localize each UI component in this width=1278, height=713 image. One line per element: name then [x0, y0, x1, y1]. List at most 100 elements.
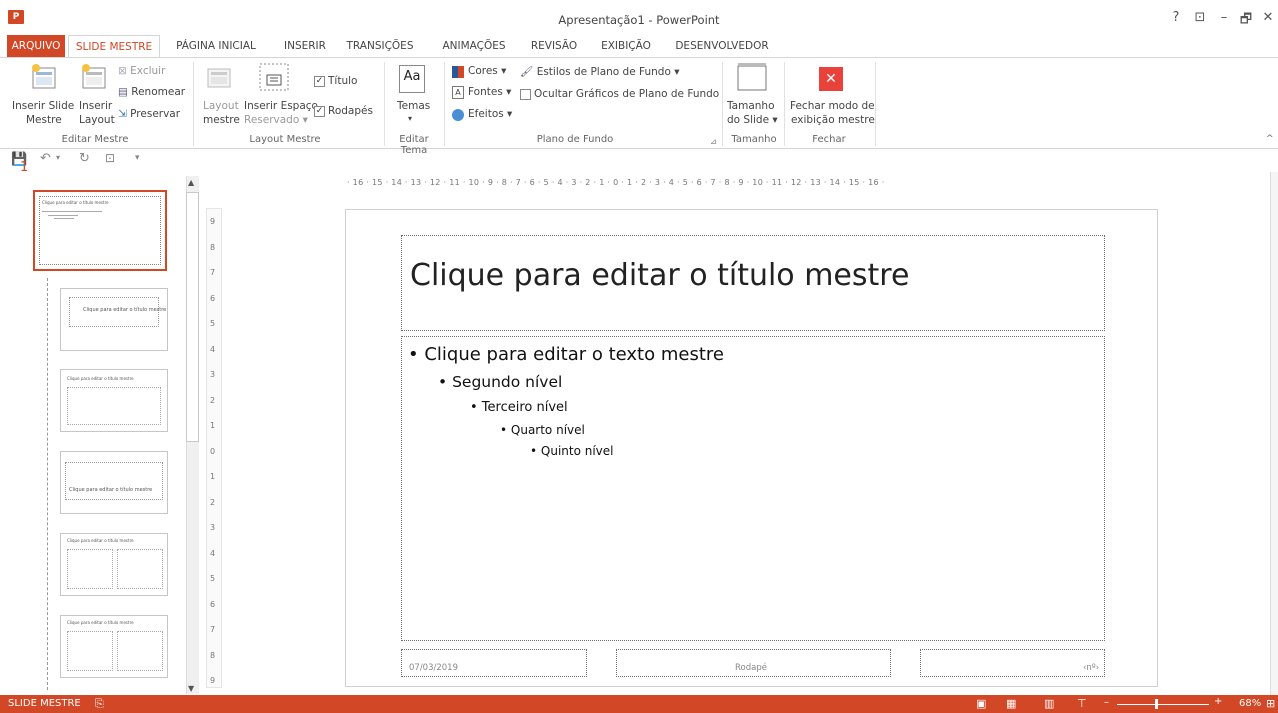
- body-level-2[interactable]: • Segundo nível: [438, 373, 562, 391]
- insert-layout-label-2[interactable]: Layout: [79, 114, 115, 126]
- group-separator: [193, 62, 194, 146]
- help-icon[interactable]: ?: [1166, 10, 1186, 25]
- customize-qat-icon[interactable]: ▾: [135, 153, 140, 163]
- body-level-1[interactable]: • Clique para editar o texto mestre: [408, 344, 724, 365]
- themes-button[interactable]: Temas: [397, 100, 430, 112]
- thumbnail-layout-5[interactable]: Clique para editar o título mestre: [60, 533, 168, 596]
- thumbnail-layout-2[interactable]: Clique para editar o título mestre: [60, 288, 168, 351]
- vertical-ruler-tick-label: 8: [210, 650, 216, 660]
- close-master-view-label-1[interactable]: Fechar modo de: [790, 100, 875, 112]
- fonts-button[interactable]: A Fontes ▾: [452, 86, 511, 99]
- normal-view-icon[interactable]: ▣: [976, 697, 986, 710]
- insert-slide-master-label-2[interactable]: Mestre: [26, 114, 62, 126]
- minimize-button[interactable]: –: [1214, 10, 1234, 25]
- body-level-3[interactable]: • Terceiro nível: [470, 400, 568, 415]
- close-master-view-label-2[interactable]: exibição mestre: [791, 114, 875, 126]
- slide-size-label-2[interactable]: do Slide ▾: [727, 114, 778, 126]
- vertical-ruler-tick-label: 4: [210, 344, 216, 354]
- scroll-down-icon[interactable]: ▼: [188, 684, 194, 693]
- tab-exibicao[interactable]: EXIBIÇÃO: [595, 35, 657, 57]
- ribbon-display-options-icon[interactable]: ⊡: [1190, 10, 1210, 25]
- tab-animacoes[interactable]: ANIMAÇÕES: [434, 35, 514, 57]
- group-label-fechar: Fechar: [812, 134, 846, 145]
- zoom-level[interactable]: 68%: [1239, 698, 1261, 709]
- hide-background-graphics-checkbox[interactable]: Ocultar Gráficos de Plano de Fundo: [520, 88, 719, 100]
- zoom-slider[interactable]: [1117, 704, 1209, 705]
- insert-layout-label-1[interactable]: Inserir: [79, 100, 112, 112]
- vertical-ruler-tick-label: 3: [210, 523, 216, 532]
- fit-to-window-icon[interactable]: ⊞: [1266, 697, 1275, 710]
- title-checkbox[interactable]: ✓ Título: [314, 75, 357, 87]
- slide-sorter-icon[interactable]: ▦: [1006, 697, 1016, 710]
- insert-layout-icon: [82, 64, 106, 89]
- slide-number: 1: [20, 160, 29, 175]
- tab-transicoes[interactable]: TRANSIÇÕES: [340, 35, 420, 57]
- tab-pagina-inicial[interactable]: PÁGINA INICIAL: [166, 35, 266, 57]
- thumbnail-scrollbar-thumb[interactable]: [186, 192, 199, 442]
- editor-scrollbar[interactable]: [1270, 172, 1278, 695]
- themes-dropdown-arrow[interactable]: ▾: [408, 114, 412, 123]
- effects-button[interactable]: Efeitos ▾: [452, 108, 512, 121]
- slideshow-icon[interactable]: ⊤: [1077, 697, 1087, 710]
- vertical-ruler-tick-label: 5: [210, 319, 216, 328]
- rename-button[interactable]: ▤ Renomear: [118, 86, 185, 98]
- thumbnail-layout-3[interactable]: Clique para editar o título mestre: [60, 369, 168, 432]
- zoom-slider-thumb[interactable]: [1155, 699, 1158, 709]
- thumbnail-title: Clique para editar o título mestre: [67, 620, 134, 625]
- date-placeholder[interactable]: 07/03/2019: [401, 649, 587, 677]
- tab-arquivo[interactable]: ARQUIVO: [7, 35, 65, 57]
- undo-dropdown-icon[interactable]: ▾: [56, 153, 60, 162]
- title-placeholder[interactable]: Clique para editar o título mestre: [401, 235, 1105, 331]
- tab-revisao[interactable]: REVISÃO: [525, 35, 583, 57]
- restore-button[interactable]: 🗗: [1236, 10, 1256, 32]
- slide-size-icon: [737, 63, 767, 91]
- colors-button[interactable]: Cores ▾: [452, 65, 506, 78]
- title-bar: P Apresentação1 - PowerPoint ? ⊡ – 🗗 ✕: [0, 0, 1278, 34]
- vertical-ruler-tick-label: 6: [210, 599, 216, 609]
- thumbnail-title: Clique para editar o título mestre: [42, 200, 109, 205]
- footer-placeholder[interactable]: Rodapé: [616, 649, 891, 677]
- vertical-ruler-tick-label: 9: [210, 217, 216, 226]
- close-master-view-icon: ✕: [819, 67, 843, 91]
- insert-placeholder-label-1[interactable]: Inserir Espaço: [244, 100, 318, 112]
- tab-inserir[interactable]: INSERIR: [278, 35, 332, 57]
- ribbon-tabs: ARQUIVO SLIDE MESTRE PÁGINA INICIAL INSE…: [0, 35, 1278, 58]
- slide-number-placeholder[interactable]: ‹nº›: [920, 649, 1105, 677]
- thumbnail-layout-4[interactable]: Clique para editar o título mestre: [60, 451, 168, 514]
- slide-size-label-1[interactable]: Tamanho: [727, 100, 775, 112]
- title-placeholder-text[interactable]: Clique para editar o título mestre: [410, 258, 909, 293]
- insert-placeholder-label-2[interactable]: Reservado ▾: [244, 114, 308, 126]
- thumbnail-text-line: [42, 211, 102, 212]
- thumbnail-title: Clique para editar o título mestre: [67, 538, 134, 543]
- background-styles-button[interactable]: 🖌 Estilos de Plano de Fundo ▾: [520, 65, 679, 78]
- colors-icon: [452, 66, 464, 78]
- zoom-out-icon[interactable]: –: [1104, 697, 1109, 708]
- group-label-plano-de-fundo: Plano de Fundo: [536, 134, 614, 145]
- horizontal-ruler: · 16 · 15 · 14 · 13 · 12 · 11 · 10 · 9 ·…: [347, 178, 885, 187]
- preserve-button[interactable]: ⇲ Preservar: [118, 108, 180, 120]
- footers-checkbox[interactable]: ✓ Rodapés: [314, 105, 373, 117]
- body-placeholder[interactable]: • Clique para editar o texto mestre • Se…: [401, 336, 1105, 641]
- presentation-icon[interactable]: ⊡: [105, 151, 115, 165]
- layout-master-label-2[interactable]: mestre: [203, 114, 240, 126]
- vertical-ruler-tick-label: 7: [210, 268, 216, 277]
- redo-icon[interactable]: ↻: [79, 151, 90, 166]
- tab-desenvolvedor[interactable]: DESENVOLVEDOR: [670, 35, 774, 57]
- dialog-launcher-icon[interactable]: ⊿: [710, 137, 717, 146]
- tab-slide-mestre[interactable]: SLIDE MESTRE: [68, 35, 160, 58]
- body-level-4[interactable]: • Quarto nível: [500, 423, 585, 437]
- body-level-5[interactable]: • Quinto nível: [530, 444, 614, 458]
- scroll-up-icon[interactable]: ▲: [188, 178, 194, 187]
- spellcheck-icon[interactable]: ⎘: [95, 697, 104, 711]
- layout-master-label-1[interactable]: Layout: [203, 100, 239, 112]
- close-button[interactable]: ✕: [1258, 10, 1278, 25]
- thumbnail-layout-6[interactable]: Clique para editar o título mestre: [60, 615, 168, 678]
- zoom-in-icon[interactable]: +: [1214, 696, 1222, 707]
- undo-icon[interactable]: ↶: [40, 151, 51, 166]
- thumbnail-selected[interactable]: Clique para editar o título mestre: [33, 190, 167, 271]
- reading-view-icon[interactable]: ▥: [1044, 697, 1054, 710]
- vertical-ruler-tick-label: 0: [210, 446, 216, 456]
- delete-button[interactable]: ⊠ Excluir: [118, 65, 165, 77]
- insert-slide-master-label-1[interactable]: Inserir Slide: [12, 100, 74, 112]
- collapse-ribbon-icon[interactable]: ^: [1266, 134, 1274, 144]
